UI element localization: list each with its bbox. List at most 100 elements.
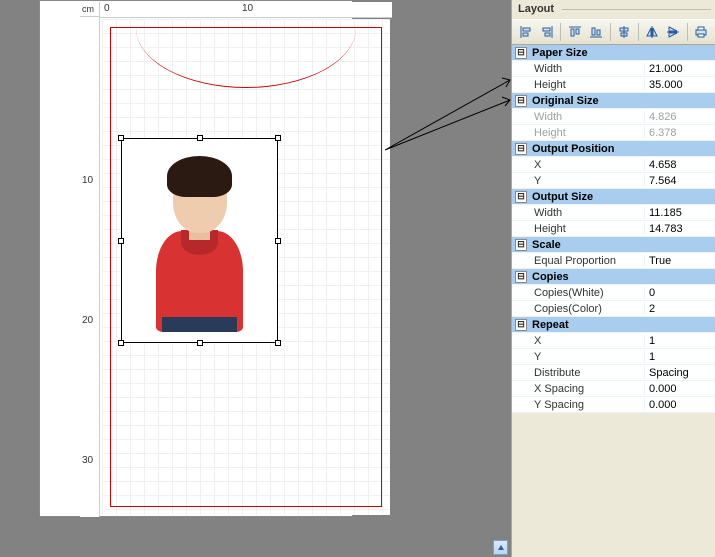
resize-handle-n[interactable] [197, 135, 203, 141]
prop-row[interactable]: X1 [512, 333, 715, 349]
resize-handle-ne[interactable] [275, 135, 281, 141]
prop-label: Copies(White) [512, 287, 644, 299]
prop-row[interactable]: Copies(Color)2 [512, 301, 715, 317]
align-center-h-button[interactable] [614, 22, 633, 42]
section-paper-size[interactable]: ⊟ Paper Size [512, 45, 715, 61]
collapse-icon[interactable]: ⊟ [515, 47, 527, 59]
prop-row[interactable]: Height14.783 [512, 221, 715, 237]
prop-label: Copies(Color) [512, 303, 644, 315]
prop-row[interactable]: X Spacing0.000 [512, 381, 715, 397]
prop-row[interactable]: X4.658 [512, 157, 715, 173]
prop-label: Width [512, 111, 644, 123]
annotation-arrow [380, 60, 520, 160]
prop-value[interactable]: 1 [644, 335, 715, 347]
ruler-v-tick: 30 [82, 455, 93, 466]
section-repeat[interactable]: ⊟ Repeat [512, 317, 715, 333]
collapse-icon[interactable]: ⊟ [515, 191, 527, 203]
prop-label: Y [512, 351, 644, 363]
prop-value[interactable]: 0.000 [644, 399, 715, 411]
prop-row[interactable]: Height35.000 [512, 77, 715, 93]
prop-value[interactable]: 0.000 [644, 383, 715, 395]
prop-value[interactable]: 0 [644, 287, 715, 299]
toolbar-separator [560, 23, 561, 41]
flip-horizontal-button[interactable] [643, 22, 662, 42]
align-right-icon [540, 25, 554, 39]
flip-h-icon [645, 25, 659, 39]
flip-v-icon [666, 25, 680, 39]
prop-row[interactable]: DistributeSpacing [512, 365, 715, 381]
collapse-icon[interactable]: ⊟ [515, 95, 527, 107]
prop-label: X [512, 335, 644, 347]
section-label: Paper Size [530, 47, 662, 59]
prop-row[interactable]: Y1 [512, 349, 715, 365]
section-label: Repeat [530, 319, 662, 331]
prop-row[interactable]: Width11.185 [512, 205, 715, 221]
printer-icon [694, 25, 708, 39]
align-right-button[interactable] [537, 22, 556, 42]
selected-image[interactable] [121, 138, 278, 343]
neckline-arc [136, 0, 356, 88]
prop-row[interactable]: Y Spacing0.000 [512, 397, 715, 413]
prop-label: X Spacing [512, 383, 644, 395]
collapse-icon[interactable]: ⊟ [515, 143, 527, 155]
prop-row[interactable]: Y7.564 [512, 173, 715, 189]
prop-value[interactable]: 14.783 [644, 223, 715, 235]
prop-value[interactable]: 2 [644, 303, 715, 315]
toolbar-separator [638, 23, 639, 41]
flip-vertical-button[interactable] [664, 22, 683, 42]
section-original-size[interactable]: ⊟ Original Size [512, 93, 715, 109]
resize-handle-e[interactable] [275, 238, 281, 244]
print-button[interactable] [692, 22, 711, 42]
ruler-v-tick: 20 [82, 315, 93, 326]
prop-value[interactable]: 35.000 [644, 79, 715, 91]
align-left-icon [519, 25, 533, 39]
prop-label: X [512, 159, 644, 171]
toolbar-separator [687, 23, 688, 41]
scroll-up-button[interactable] [493, 540, 508, 555]
prop-value[interactable]: 21.000 [644, 63, 715, 75]
prop-label: Width [512, 63, 644, 75]
ruler-v-tick: 10 [82, 175, 93, 186]
prop-value[interactable]: 4.658 [644, 159, 715, 171]
section-copies[interactable]: ⊟ Copies [512, 269, 715, 285]
align-left-button[interactable] [516, 22, 535, 42]
prop-label: Y Spacing [512, 399, 644, 411]
section-scale[interactable]: ⊟ Scale [512, 237, 715, 253]
prop-label: Y [512, 175, 644, 187]
layout-panel: Layout ⊟ Paper S [511, 0, 715, 557]
prop-label: Equal Proportion [512, 255, 644, 267]
section-output-size[interactable]: ⊟ Output Size [512, 189, 715, 205]
resize-handle-sw[interactable] [118, 340, 124, 346]
collapse-icon[interactable]: ⊟ [515, 239, 527, 251]
prop-value[interactable]: 11.185 [644, 207, 715, 219]
align-bottom-button[interactable] [586, 22, 605, 42]
toolbar-separator [610, 23, 611, 41]
prop-value: 6.378 [644, 127, 715, 139]
align-top-icon [568, 25, 582, 39]
prop-value: 4.826 [644, 111, 715, 123]
resize-handle-se[interactable] [275, 340, 281, 346]
prop-row[interactable]: Width21.000 [512, 61, 715, 77]
resize-handle-w[interactable] [118, 238, 124, 244]
resize-handle-s[interactable] [197, 340, 203, 346]
resize-handle-nw[interactable] [118, 135, 124, 141]
section-output-position[interactable]: ⊟ Output Position [512, 141, 715, 157]
prop-value[interactable]: 7.564 [644, 175, 715, 187]
prop-value[interactable]: True [644, 255, 715, 267]
collapse-icon[interactable]: ⊟ [515, 319, 527, 331]
prop-row[interactable]: Equal ProportionTrue [512, 253, 715, 269]
prop-value[interactable]: Spacing [644, 367, 715, 379]
panel-title: Layout [512, 0, 715, 19]
align-top-button[interactable] [565, 22, 584, 42]
prop-label: Height [512, 223, 644, 235]
section-label: Output Position [530, 143, 662, 155]
prop-row: Width4.826 [512, 109, 715, 125]
prop-label: Distribute [512, 367, 644, 379]
property-list: ⊟ Paper Size Width21.000 Height35.000 ⊟ … [512, 45, 715, 413]
prop-row[interactable]: Copies(White)0 [512, 285, 715, 301]
collapse-icon[interactable]: ⊟ [515, 271, 527, 283]
align-center-h-icon [617, 25, 631, 39]
ruler-unit: cm [80, 2, 100, 17]
section-label: Copies [530, 271, 662, 283]
prop-value[interactable]: 1 [644, 351, 715, 363]
